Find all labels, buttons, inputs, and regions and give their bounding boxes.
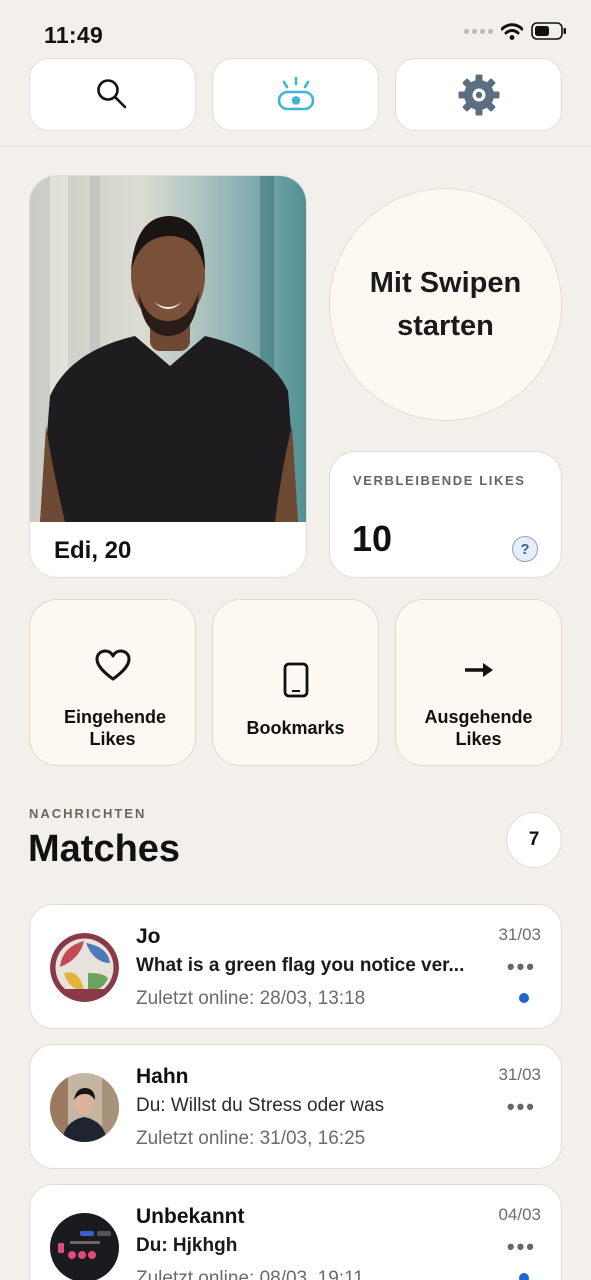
match-last-message: Du: Hjkhgh <box>136 1235 238 1256</box>
phone-icon <box>283 662 308 698</box>
settings-button[interactable] <box>395 58 562 131</box>
bookmarks-label: Bookmarks <box>246 718 345 738</box>
unread-dot <box>519 993 529 1003</box>
remaining-likes-value: 10 <box>352 518 393 559</box>
match-name: Hahn <box>136 1065 189 1088</box>
match-last-message: Du: Willst du Stress oder was <box>136 1095 385 1116</box>
remaining-likes-card: VERBLEIBENDE LIKES 10 ? <box>329 451 562 578</box>
top-navigation <box>29 58 562 131</box>
heart-icon <box>95 649 130 681</box>
match-name: Unbekannt <box>136 1205 245 1228</box>
incoming-likes-tile[interactable]: Eingehende Likes <box>29 599 196 766</box>
status-icons <box>464 22 567 40</box>
match-last-message: What is a green flag you notice ver... <box>136 955 465 976</box>
header-divider <box>0 146 591 147</box>
start-swiping-label: Mit Swipen starten <box>369 266 522 342</box>
battery-icon <box>531 22 566 40</box>
avatar <box>50 1213 119 1280</box>
match-last-online: Zuletzt online: 08/03, 19:11 <box>136 1268 364 1280</box>
unread-dot <box>519 1273 529 1280</box>
bookmarks-tile[interactable]: Bookmarks <box>212 599 379 766</box>
matches-count-badge: 7 <box>506 812 562 868</box>
avatar <box>50 1073 119 1142</box>
match-item[interactable]: Jo 31/03 What is a green flag you notice… <box>29 904 562 1029</box>
shortcut-tiles: Eingehende Likes Bookmarks Ausgehende Li… <box>29 599 562 766</box>
profile-card[interactable]: Edi, 20 <box>29 175 307 578</box>
avatar <box>50 933 119 1002</box>
incoming-likes-label: Eingehende Likes <box>64 707 167 749</box>
visibility-button[interactable] <box>212 58 379 131</box>
match-date: 04/03 <box>498 1205 541 1224</box>
signal-icon <box>464 28 493 34</box>
match-item[interactable]: Unbekannt 04/03 Du: Hjkhgh Zuletzt onlin… <box>29 1184 562 1280</box>
more-options-icon[interactable]: ••• <box>507 1234 536 1260</box>
help-icon[interactable]: ? <box>512 536 538 562</box>
status-bar: 11:49 <box>0 0 591 56</box>
match-last-online: Zuletzt online: 28/03, 13:18 <box>136 988 366 1009</box>
start-swiping-button[interactable]: Mit Swipen starten <box>329 188 562 421</box>
gear-icon <box>458 74 499 115</box>
status-time: 11:49 <box>44 22 104 48</box>
search-button[interactable] <box>29 58 196 131</box>
outgoing-likes-tile[interactable]: Ausgehende Likes <box>395 599 562 766</box>
match-date: 31/03 <box>498 1065 541 1084</box>
outgoing-likes-label: Ausgehende Likes <box>424 707 533 749</box>
match-name: Jo <box>136 925 161 948</box>
section-label: NACHRICHTEN <box>29 806 147 821</box>
profile-name: Edi, 20 <box>54 537 132 564</box>
match-last-online: Zuletzt online: 31/03, 16:25 <box>136 1128 366 1149</box>
search-icon <box>96 78 126 108</box>
match-date: 31/03 <box>498 925 541 944</box>
eye-icon <box>277 76 314 110</box>
section-title: Matches <box>28 828 181 870</box>
profile-photo <box>30 176 306 522</box>
remaining-likes-label: VERBLEIBENDE LIKES <box>353 473 526 488</box>
more-options-icon[interactable]: ••• <box>507 1094 536 1120</box>
match-item[interactable]: Hahn 31/03 Du: Willst du Stress oder was… <box>29 1044 562 1169</box>
more-options-icon[interactable]: ••• <box>507 954 536 980</box>
wifi-icon <box>501 22 523 40</box>
arrow-right-icon <box>464 663 493 677</box>
